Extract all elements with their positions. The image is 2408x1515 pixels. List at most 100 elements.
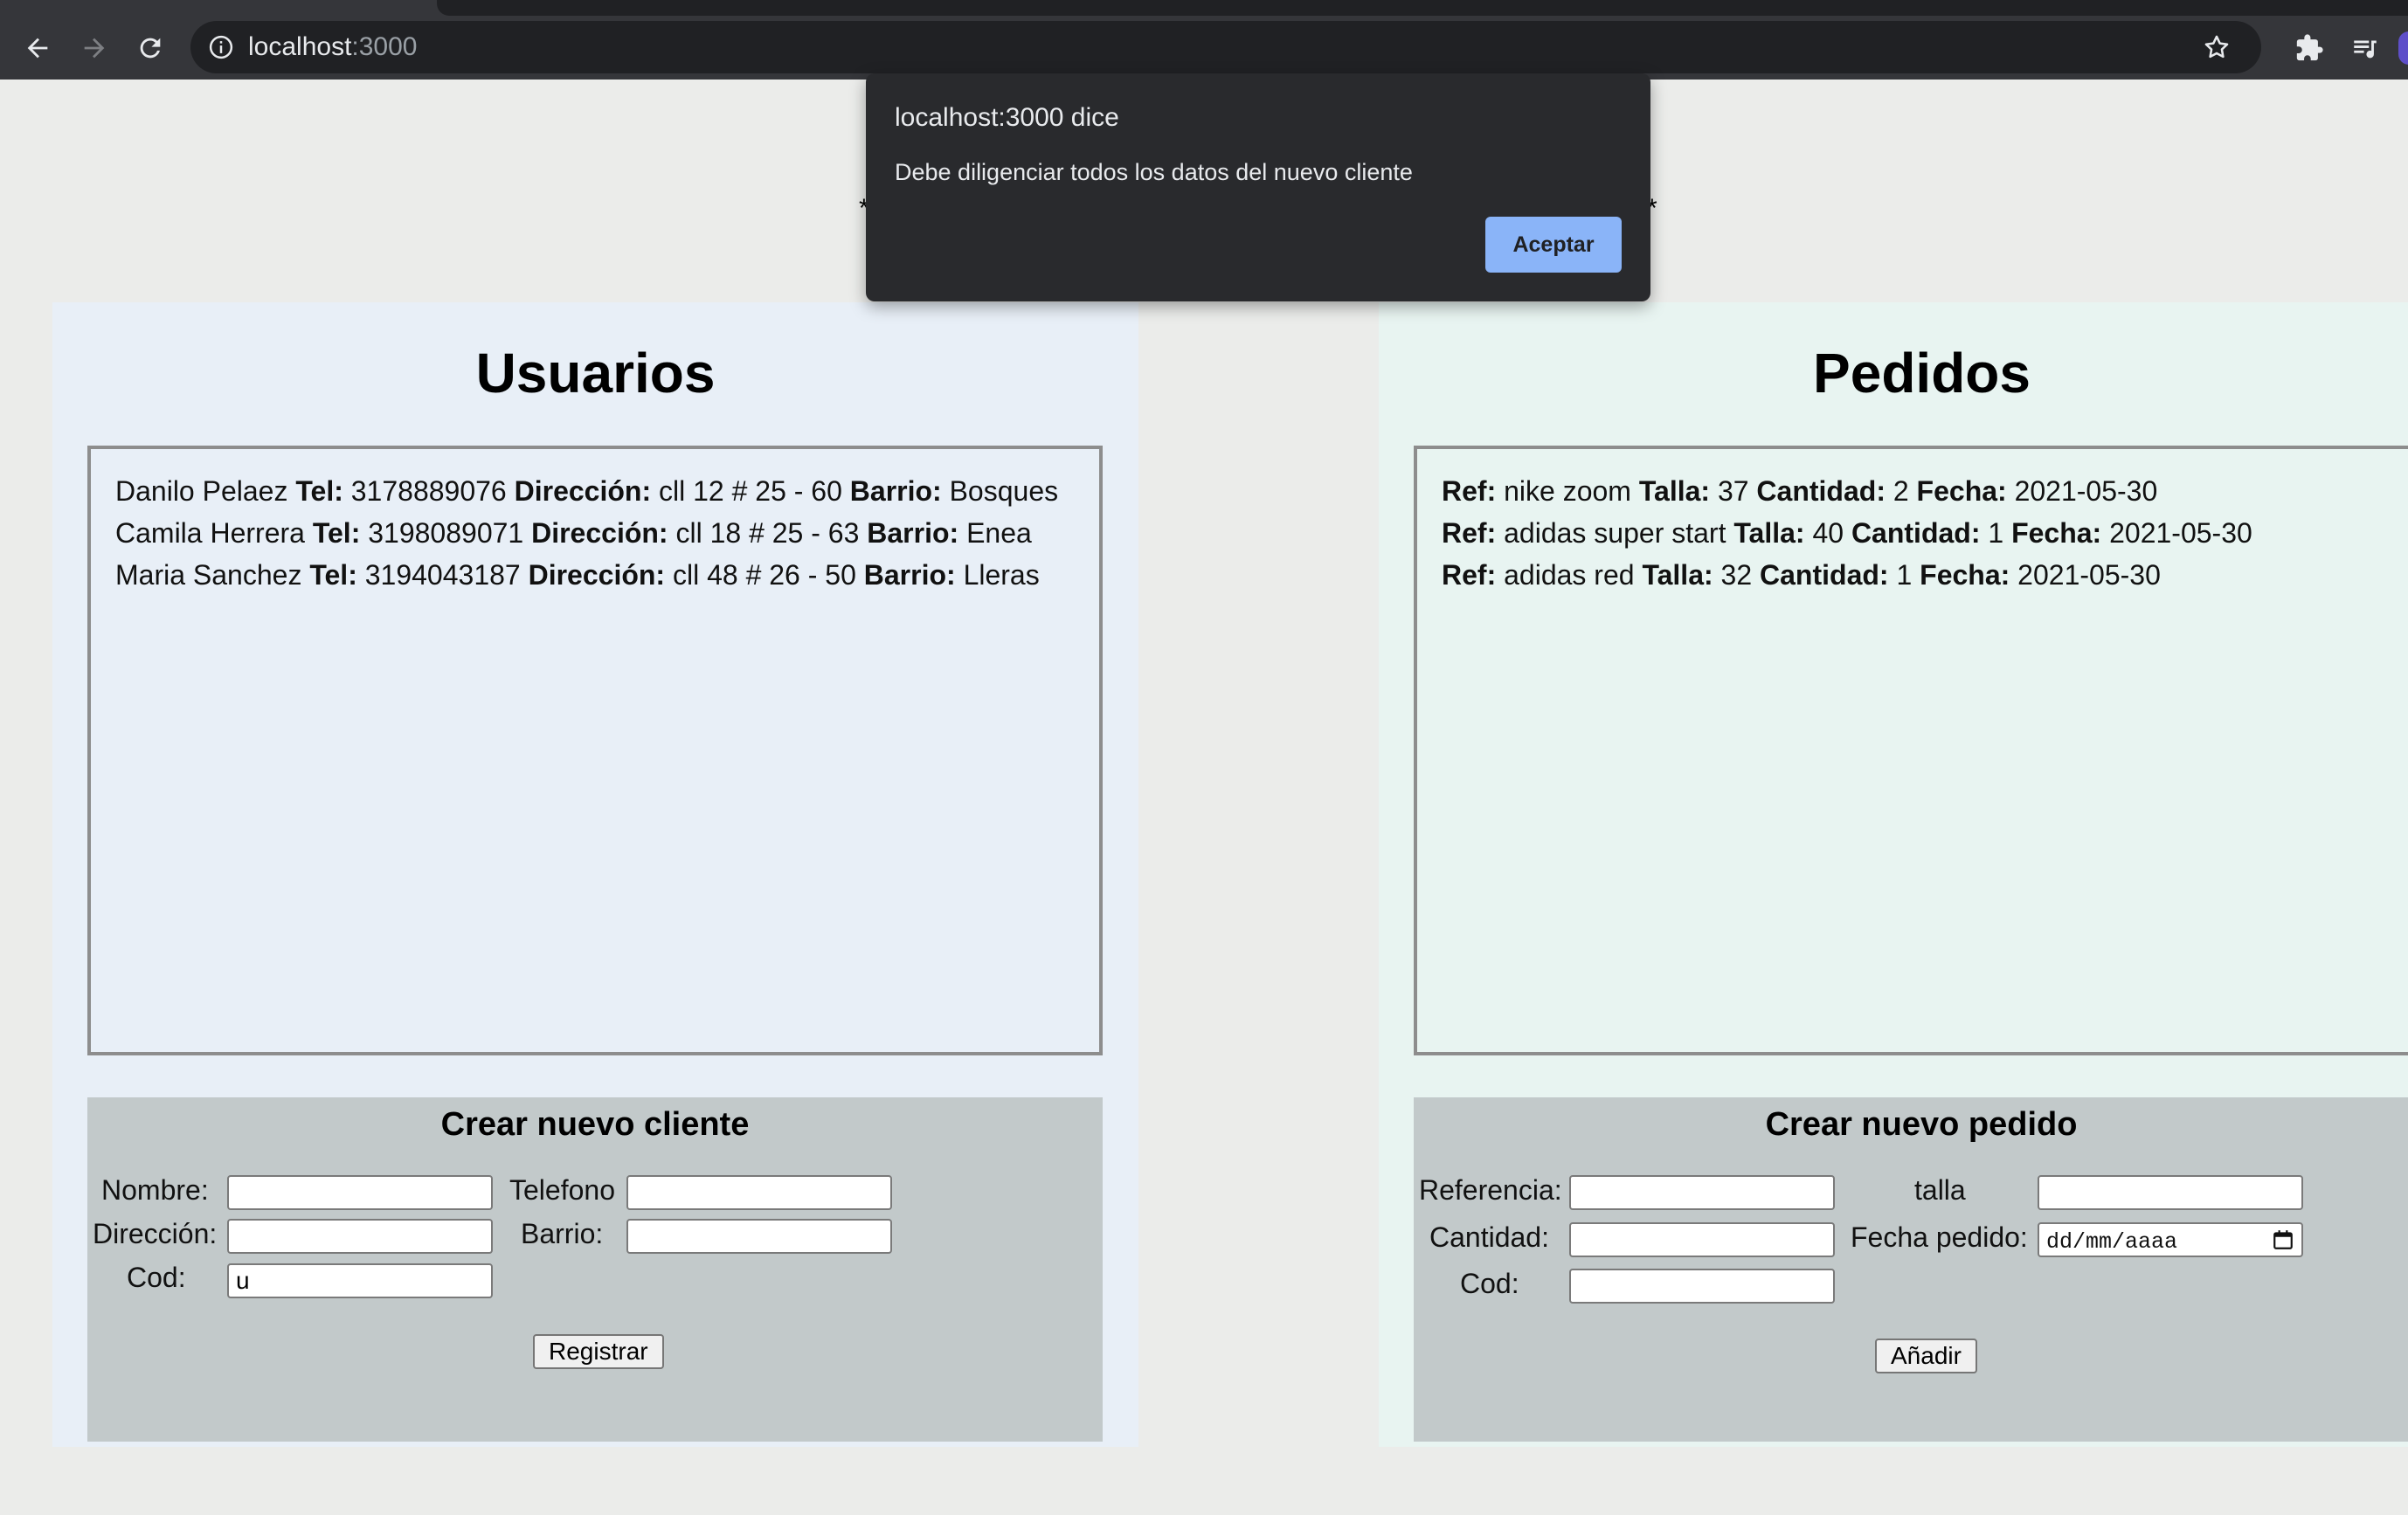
barrio-label: Barrio: (867, 517, 959, 549)
info-icon[interactable] (208, 34, 234, 60)
cod-input[interactable] (227, 1263, 493, 1298)
tel-label: Tel: (295, 475, 343, 507)
talla-input[interactable] (2038, 1175, 2303, 1210)
user-tel: 3178889076 (350, 475, 507, 507)
telefono-input[interactable] (626, 1175, 892, 1210)
tab-strip (437, 0, 2408, 16)
pedidos-title: Pedidos (1813, 342, 2031, 405)
cod-input[interactable] (1569, 1269, 1835, 1304)
user-tel: 3194043187 (364, 559, 521, 591)
tel-label: Tel: (312, 517, 361, 549)
direccion-label: Dirección: (514, 475, 652, 507)
registrar-button[interactable]: Registrar (533, 1334, 664, 1369)
pedido-talla: 37 (1717, 475, 1749, 507)
user-barrio: Lleras (963, 559, 1040, 591)
pedido-fecha: 2021-05-30 (2109, 517, 2252, 549)
user-direccion: cll 12 # 25 - 60 (658, 475, 842, 507)
fecha-label: Fecha: (1916, 475, 2007, 507)
fecha-pedido-label: Fecha pedido: (1851, 1221, 2028, 1253)
fecha-label: Fecha: (2011, 517, 2102, 549)
pedido-ref: adidas super start (1504, 517, 1726, 549)
nombre-input[interactable] (227, 1175, 493, 1210)
user-direccion: cll 48 # 26 - 50 (672, 559, 856, 591)
cantidad-input[interactable] (1569, 1222, 1835, 1257)
url-text: localhost:3000 (248, 32, 417, 62)
fecha-label: Fecha: (1920, 559, 2010, 591)
back-arrow-icon (27, 38, 48, 59)
browser-toolbar: localhost:3000 (0, 0, 2408, 80)
ref-label: Ref: (1442, 517, 1497, 549)
back-button[interactable] (16, 26, 59, 70)
list-item: Camila Herrera Tel: 3198089071 Dirección… (115, 512, 1075, 554)
cod-label: Cod: (127, 1262, 186, 1293)
crear-cliente-form: Crear nuevo cliente Nombre: Telefono Dir… (87, 1097, 1103, 1442)
address-bar[interactable]: localhost:3000 (190, 21, 2261, 73)
pedido-talla: 40 (1812, 517, 1844, 549)
talla-label: Talla: (1642, 559, 1713, 591)
user-direccion: cll 18 # 25 - 63 (675, 517, 860, 549)
user-name: Danilo Pelaez (115, 475, 288, 507)
dialog-title: localhost:3000 dice (895, 103, 1119, 132)
extensions-button[interactable] (2287, 26, 2331, 70)
crear-pedido-form: Crear nuevo pedido Referencia: talla Can… (1414, 1097, 2408, 1442)
pedido-cantidad: 2 (1892, 475, 1909, 507)
forward-button[interactable] (73, 26, 116, 70)
cod-label: Cod: (1460, 1268, 1519, 1299)
talla-label: Talla: (1733, 517, 1805, 549)
user-name: Camila Herrera (115, 517, 305, 549)
direccion-label: Dirección: (528, 559, 666, 591)
referencia-input[interactable] (1569, 1175, 1835, 1210)
list-item: Maria Sanchez Tel: 3194043187 Dirección:… (115, 554, 1075, 596)
fecha-placeholder: dd/mm/aaaa (2046, 1229, 2178, 1255)
alert-dialog: localhost:3000 dice Debe diligenciar tod… (866, 73, 1650, 301)
barrio-label: Barrio: (863, 559, 956, 591)
bookmark-star-icon[interactable] (2202, 32, 2232, 62)
url-port: :3000 (351, 32, 418, 61)
puzzle-icon (2296, 34, 2323, 61)
pedido-talla: 32 (1720, 559, 1753, 591)
pedido-fecha: 2021-05-30 (2014, 475, 2158, 507)
pedido-ref: nike zoom (1504, 475, 1631, 507)
talla-label: talla (1914, 1174, 1966, 1206)
user-name: Maria Sanchez (115, 559, 302, 591)
user-tel: 3198089071 (368, 517, 524, 549)
ref-label: Ref: (1442, 475, 1497, 507)
direccion-label: Dirección: (531, 517, 668, 549)
pedidos-list: Ref: nike zoom Talla: 37 Cantidad: 2 Fec… (1414, 446, 2408, 1055)
reload-icon (140, 38, 161, 59)
nombre-label: Nombre: (101, 1174, 209, 1206)
dialog-message: Debe diligenciar todos los datos del nue… (895, 159, 1413, 185)
user-barrio: Enea (966, 517, 1032, 549)
barrio-label: Barrio: (521, 1218, 604, 1249)
direccion-input[interactable] (227, 1219, 493, 1254)
pedidos-panel: Pedidos Ref: nike zoom Talla: 37 Cantida… (1379, 302, 2408, 1447)
aceptar-button[interactable]: Aceptar (1485, 217, 1622, 273)
usuarios-panel: Usuarios Danilo Pelaez Tel: 3178889076 D… (52, 302, 1138, 1447)
list-item: Ref: adidas super start Talla: 40 Cantid… (1442, 512, 2399, 554)
crear-cliente-title: Crear nuevo cliente (440, 1106, 750, 1143)
cantidad-label: Cantidad: (1756, 475, 1886, 507)
cantidad-label: Cantidad: (1429, 1221, 1549, 1253)
barrio-label: Barrio: (849, 475, 942, 507)
talla-label: Talla: (1638, 475, 1711, 507)
usuarios-title: Usuarios (475, 342, 716, 405)
fecha-pedido-input[interactable]: dd/mm/aaaa (2038, 1222, 2303, 1257)
pedido-fecha: 2021-05-30 (2017, 559, 2161, 591)
url-host: localhost (248, 32, 352, 61)
barrio-input[interactable] (626, 1219, 892, 1254)
media-control-button[interactable] (2343, 26, 2387, 70)
calendar-icon[interactable] (2272, 1228, 2294, 1251)
playlist-icon (2354, 40, 2377, 59)
pedido-cantidad: 1 (1988, 517, 2004, 549)
crear-pedido-title: Crear nuevo pedido (1765, 1106, 2078, 1143)
list-item: Ref: adidas red Talla: 32 Cantidad: 1 Fe… (1442, 554, 2399, 596)
cantidad-label: Cantidad: (1851, 517, 1981, 549)
reload-button[interactable] (128, 26, 172, 70)
forward-arrow-icon (84, 38, 105, 59)
anadir-button[interactable]: Añadir (1875, 1339, 1977, 1373)
profile-avatar[interactable] (2398, 31, 2408, 65)
tel-label: Tel: (309, 559, 357, 591)
usuarios-list: Danilo Pelaez Tel: 3178889076 Dirección:… (87, 446, 1103, 1055)
referencia-label: Referencia: (1419, 1174, 1562, 1206)
cantidad-label: Cantidad: (1760, 559, 1889, 591)
